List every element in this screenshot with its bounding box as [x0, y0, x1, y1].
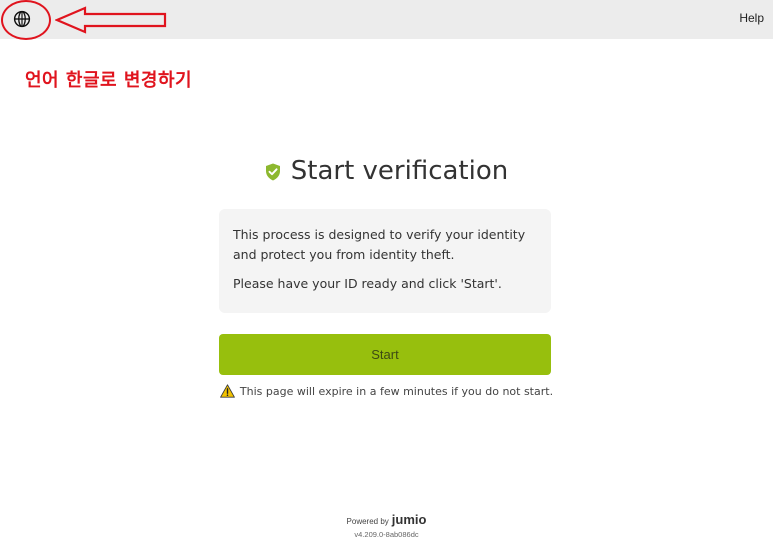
- shield-check-icon: [265, 163, 280, 181]
- globe-icon: [13, 10, 31, 28]
- top-bar: Help: [0, 0, 773, 39]
- annotation-text: 언어 한글로 변경하기: [25, 70, 193, 91]
- page: Help 언어 한글로 변경하기 Start verification This…: [0, 0, 773, 547]
- language-button[interactable]: [11, 8, 33, 30]
- expire-notice: This page will expire in a few minutes i…: [0, 384, 773, 398]
- info-paragraph: Please have your ID ready and click 'Sta…: [233, 276, 502, 291]
- page-title: Start verification: [290, 156, 509, 186]
- start-button[interactable]: Start: [219, 334, 551, 375]
- expire-text: This page will expire in a few minutes i…: [239, 384, 554, 398]
- powered-by-label: Powered by: [346, 517, 389, 526]
- title-row: Start verification: [0, 156, 773, 186]
- brand-logo: jumio: [391, 512, 427, 527]
- help-link[interactable]: Help: [739, 11, 764, 25]
- powered-by: Powered by jumio: [0, 512, 773, 527]
- info-box: This process is designed to verify your …: [219, 209, 551, 313]
- version-label: v4.209.0-8ab086dc: [354, 530, 419, 539]
- info-paragraph: This process is designed to verify your …: [233, 227, 526, 262]
- warning-triangle-icon: [220, 384, 235, 398]
